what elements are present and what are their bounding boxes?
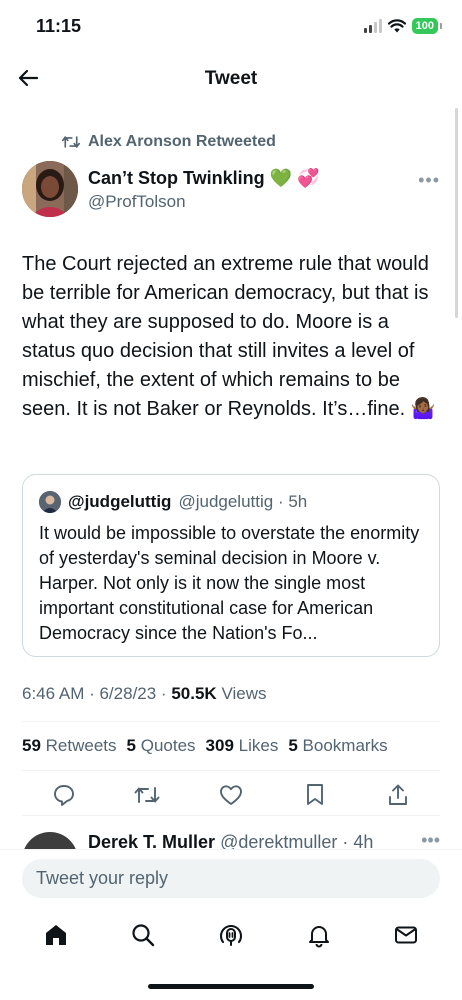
retweet-icon bbox=[62, 136, 80, 148]
views-count: 50.5K bbox=[171, 684, 217, 703]
reply-icon[interactable] bbox=[51, 782, 77, 808]
retweet-context[interactable]: Alex Aronson Retweeted bbox=[62, 133, 276, 151]
quoted-tweet-text: It would be impossible to overstate the … bbox=[39, 523, 420, 643]
divider bbox=[22, 721, 440, 722]
stat-bookmarks[interactable]: 5 Bookmarks bbox=[288, 736, 387, 756]
quoted-tweet[interactable]: @judgeluttig @judgeluttig · 5h It would … bbox=[22, 474, 440, 657]
divider bbox=[22, 770, 440, 771]
signal-icon bbox=[363, 19, 382, 33]
reply-input[interactable] bbox=[22, 859, 440, 898]
divider bbox=[22, 815, 440, 816]
tweet-actions bbox=[22, 782, 440, 808]
battery-cap bbox=[440, 23, 442, 29]
wifi-icon bbox=[387, 19, 406, 33]
home-indicator[interactable] bbox=[148, 984, 314, 989]
header: Tweet bbox=[0, 56, 462, 102]
bell-icon[interactable] bbox=[305, 921, 333, 949]
scrollbar[interactable] bbox=[455, 108, 458, 318]
status-icons: 100 bbox=[363, 18, 442, 34]
reply-author: Derek T. Muller @derektmuller · 4h bbox=[88, 832, 374, 849]
reply-preview[interactable]: Derek T. Muller @derektmuller · 4h ••• bbox=[0, 822, 462, 849]
share-icon[interactable] bbox=[385, 782, 411, 808]
avatar[interactable] bbox=[22, 161, 78, 217]
page-title: Tweet bbox=[204, 68, 258, 89]
author-handle[interactable]: @ProfTolson bbox=[88, 192, 186, 212]
spaces-icon[interactable] bbox=[217, 921, 245, 949]
battery-icon: 100 bbox=[411, 18, 438, 34]
reply-composer bbox=[0, 849, 462, 906]
retweet-icon[interactable] bbox=[134, 782, 160, 808]
time-date: 6:46 AM · 6/28/23 · bbox=[22, 684, 167, 703]
retweeted-by-label: Alex Aronson Retweeted bbox=[88, 133, 276, 150]
mail-icon[interactable] bbox=[392, 921, 420, 949]
author-name[interactable]: Can’t Stop Twinkling 💚 💞 bbox=[88, 168, 319, 189]
engagement-stats: 59 Retweets 5 Quotes 309 Likes 5 Bookmar… bbox=[22, 736, 388, 756]
quoted-avatar bbox=[39, 491, 61, 513]
quoted-author-meta: @judgeluttig · 5h bbox=[178, 492, 308, 511]
stat-likes[interactable]: 309 Likes bbox=[206, 736, 279, 756]
bottom-tab-bar bbox=[0, 912, 462, 958]
reply-avatar[interactable] bbox=[22, 832, 78, 849]
status-time: 11:15 bbox=[36, 16, 82, 36]
more-options-icon[interactable]: ••• bbox=[421, 830, 440, 849]
tweet-text: The Court rejected an extreme rule that … bbox=[22, 253, 436, 420]
stat-quotes[interactable]: 5 Quotes bbox=[127, 736, 196, 756]
status-bar: 11:15 100 bbox=[0, 0, 462, 56]
home-icon[interactable] bbox=[42, 921, 70, 949]
bookmark-icon[interactable] bbox=[302, 782, 328, 808]
heart-icon[interactable] bbox=[218, 782, 244, 808]
tweet-timestamp: 6:46 AM · 6/28/23 · 50.5K Views bbox=[22, 684, 266, 704]
views-label: Views bbox=[221, 684, 267, 703]
stat-retweets[interactable]: 59 Retweets bbox=[22, 736, 117, 756]
quoted-author-name: @judgeluttig bbox=[68, 492, 172, 511]
quoted-tweet-header: @judgeluttig @judgeluttig · 5h bbox=[39, 491, 307, 513]
more-options-icon[interactable]: ••• bbox=[418, 170, 440, 191]
search-icon[interactable] bbox=[129, 921, 157, 949]
